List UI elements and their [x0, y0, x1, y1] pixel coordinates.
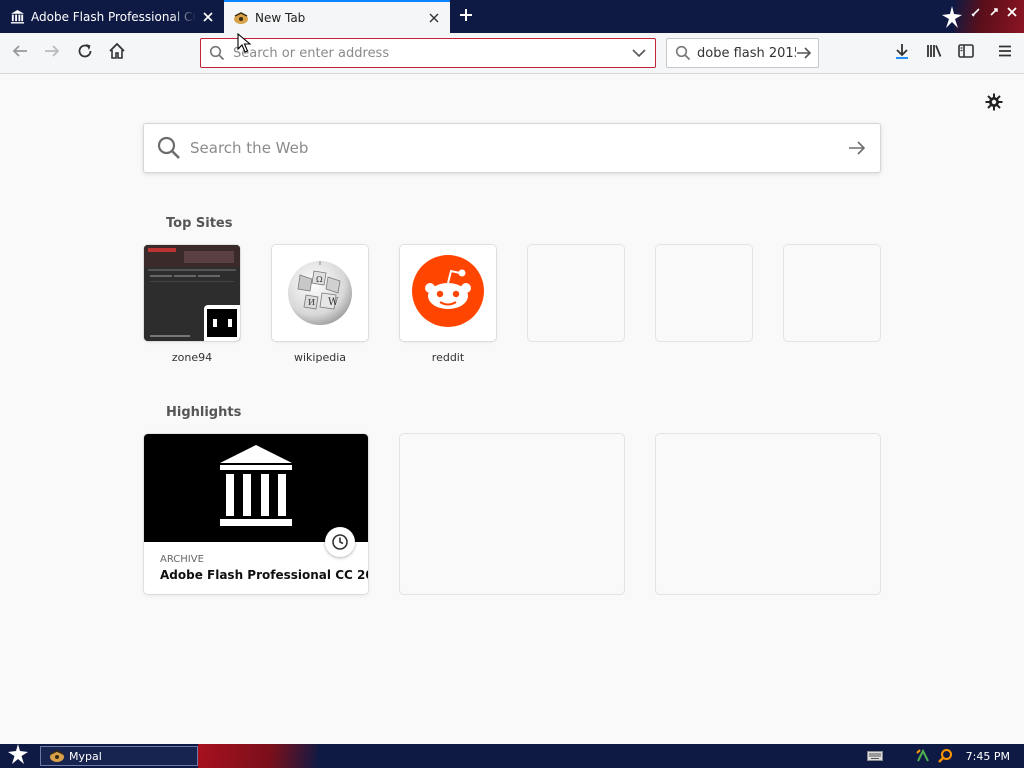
top-sites-heading: Top Sites: [166, 216, 233, 231]
highlights-heading: Highlights: [166, 405, 242, 420]
mouse-cursor-icon: [237, 32, 252, 57]
forward-arrow-icon: [43, 42, 61, 64]
empty-tile: [656, 245, 752, 341]
address-input[interactable]: [233, 45, 627, 61]
system-tray: 7:45 PM: [866, 744, 1024, 768]
menu-button[interactable]: [991, 39, 1019, 67]
top-site-label: [528, 351, 624, 365]
gear-icon: [985, 93, 1003, 115]
mypal-icon: [49, 748, 65, 764]
customize-gear-button[interactable]: [984, 93, 1004, 115]
library-button[interactable]: [920, 39, 948, 67]
top-site-label: zone94: [171, 351, 213, 364]
svg-text:W: W: [328, 297, 339, 308]
highlight-placeholder: [656, 434, 880, 594]
chevron-down-icon[interactable]: [627, 48, 651, 58]
plus-icon: [458, 7, 474, 27]
close-tab-icon[interactable]: [422, 6, 446, 30]
back-button[interactable]: [6, 39, 34, 67]
taskbar: Mypal 7:45 PM: [0, 744, 1024, 768]
downloads-button[interactable]: [888, 39, 916, 67]
empty-tile: [784, 245, 880, 341]
svg-text:Ω: Ω: [316, 275, 323, 284]
star-logo-icon: [942, 6, 962, 32]
tab-strip: Adobe Flash Professional CC 2015 New Tab: [0, 0, 1024, 33]
download-icon: [893, 42, 911, 64]
arrow-right-icon[interactable]: [848, 139, 866, 157]
reddit-logo-icon: [411, 254, 485, 332]
highlight-host: ARCHIVE: [160, 554, 204, 565]
maximize-icon[interactable]: [986, 4, 1002, 20]
search-icon: [209, 45, 229, 61]
start-button[interactable]: [6, 744, 30, 768]
search-icon: [675, 45, 691, 61]
search-bar[interactable]: dobe flash 2015: [666, 38, 819, 68]
new-tab-button[interactable]: [452, 3, 480, 31]
top-site-zone94[interactable]: zone94: [144, 245, 240, 365]
top-site-empty[interactable]: [656, 245, 752, 365]
zone94-favicon: [204, 305, 240, 341]
reload-icon: [76, 42, 94, 64]
minimize-icon[interactable]: [968, 4, 984, 20]
library-icon: [925, 42, 943, 64]
web-search-input[interactable]: [190, 139, 848, 157]
search-icon: [156, 135, 182, 161]
address-bar[interactable]: [200, 38, 656, 68]
search-bar-value[interactable]: dobe flash 2015: [697, 46, 796, 61]
wikipedia-logo-icon: Ω W И: [282, 253, 358, 333]
archive-building-icon: [9, 9, 25, 25]
sidebar-icon: [957, 42, 975, 64]
tab-title: New Tab: [255, 10, 306, 25]
forward-button[interactable]: [38, 39, 66, 67]
top-site-label: wikipedia: [293, 351, 346, 364]
navigation-toolbar: dobe flash 2015: [0, 33, 1024, 74]
web-search-box[interactable]: [143, 123, 881, 173]
sidebar-button[interactable]: [952, 39, 980, 67]
site-thumbnail: Ω W И: [272, 245, 368, 341]
arrow-right-icon[interactable]: [796, 45, 812, 61]
taskbar-decoration: [198, 744, 318, 768]
empty-tile: [528, 245, 624, 341]
taskbar-item-label: Mypal: [69, 749, 102, 763]
top-site-reddit[interactable]: reddit: [400, 245, 496, 365]
top-site-empty[interactable]: [528, 245, 624, 365]
svg-text:И: И: [308, 298, 315, 307]
window-controls: [968, 0, 1024, 24]
home-icon: [108, 42, 126, 64]
archive-building-icon: [218, 443, 294, 533]
highlight-card[interactable]: ARCHIVE Adobe Flash Professional CC 201…: [144, 434, 368, 594]
mypal-icon: [233, 10, 249, 26]
keyboard-icon[interactable]: [866, 747, 884, 765]
highlight-title: Adobe Flash Professional CC 201…: [160, 568, 368, 582]
highlight-placeholder: [400, 434, 624, 594]
back-arrow-icon: [11, 42, 29, 64]
site-thumbnail: [400, 245, 496, 341]
taskbar-item-mypal[interactable]: Mypal: [40, 746, 198, 766]
tab-title: Adobe Flash Professional CC 2015: [31, 9, 196, 24]
tab-adobe-flash[interactable]: Adobe Flash Professional CC 2015: [0, 0, 224, 33]
star-icon: [8, 744, 28, 768]
search-icon[interactable]: [936, 747, 954, 765]
home-button[interactable]: [103, 39, 131, 67]
close-window-icon[interactable]: [1004, 4, 1020, 20]
top-site-label: [784, 351, 880, 365]
reload-button[interactable]: [71, 39, 99, 67]
top-site-label: reddit: [431, 351, 465, 364]
network-icon[interactable]: [914, 747, 932, 765]
site-thumbnail: [144, 245, 240, 341]
top-site-empty[interactable]: [784, 245, 880, 365]
close-tab-icon[interactable]: [196, 5, 220, 29]
tab-new-tab[interactable]: New Tab: [224, 0, 450, 33]
top-site-wikipedia[interactable]: Ω W И wikipedia: [272, 245, 368, 365]
clock-icon: [325, 527, 355, 557]
hamburger-icon: [997, 43, 1013, 63]
taskbar-clock[interactable]: 7:45 PM: [966, 750, 1010, 763]
top-site-label: [656, 351, 752, 365]
highlight-image: [144, 434, 368, 542]
